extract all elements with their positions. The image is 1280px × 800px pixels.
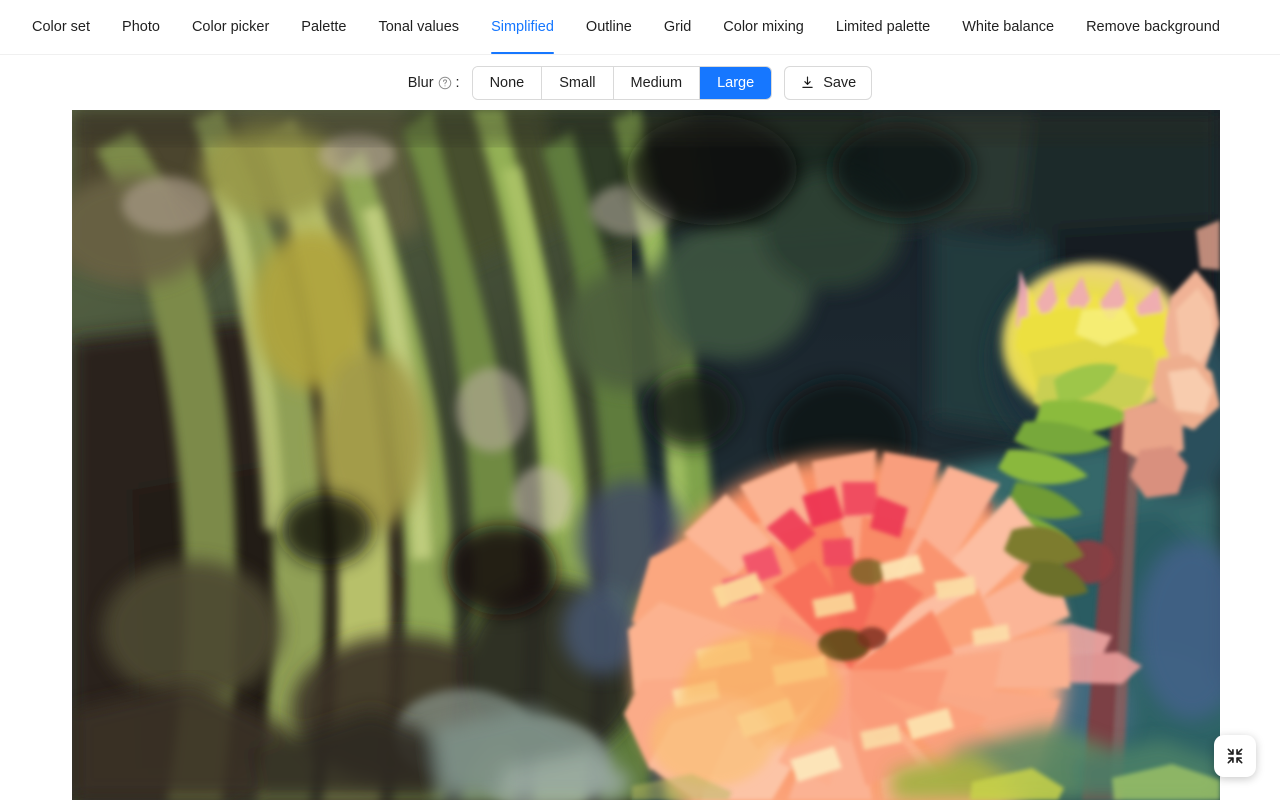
tab-grid[interactable]: Grid [648, 0, 707, 54]
tab-tonal-values[interactable]: Tonal values [362, 0, 475, 54]
blur-option-large[interactable]: Large [700, 66, 772, 99]
save-button-label: Save [823, 74, 857, 91]
tab-simplified[interactable]: Simplified [475, 0, 570, 54]
save-button[interactable]: Save [784, 65, 873, 100]
compress-icon [1225, 746, 1245, 766]
blur-segmented-control: None Small Medium Large [471, 65, 773, 100]
simplified-photo[interactable] [72, 110, 1220, 800]
blur-label: Blur [407, 74, 434, 91]
blur-option-medium[interactable]: Medium [613, 66, 701, 99]
tab-bar: Color set Photo Color picker Palette Ton… [0, 0, 1280, 55]
tab-palette[interactable]: Palette [285, 0, 362, 54]
blur-option-none[interactable]: None [472, 66, 543, 99]
blur-label-group: Blur : [408, 75, 460, 91]
tab-photo[interactable]: Photo [106, 0, 176, 54]
blur-label-colon: : [455, 74, 460, 91]
tab-color-set[interactable]: Color set [16, 0, 106, 54]
tab-limited-palette[interactable]: Limited palette [820, 0, 946, 54]
tab-color-picker[interactable]: Color picker [176, 0, 285, 54]
question-circle-icon[interactable] [438, 76, 452, 90]
tab-white-balance[interactable]: White balance [946, 0, 1070, 54]
tab-color-mixing[interactable]: Color mixing [707, 0, 820, 54]
tab-outline[interactable]: Outline [570, 0, 648, 54]
tab-remove-background[interactable]: Remove background [1070, 0, 1236, 54]
download-icon [800, 75, 815, 90]
image-canvas-area [0, 110, 1280, 800]
exit-fullscreen-button[interactable] [1214, 735, 1256, 777]
blur-option-small[interactable]: Small [542, 66, 614, 99]
blur-toolbar: Blur : None Small Medium Large Save [0, 55, 1280, 110]
